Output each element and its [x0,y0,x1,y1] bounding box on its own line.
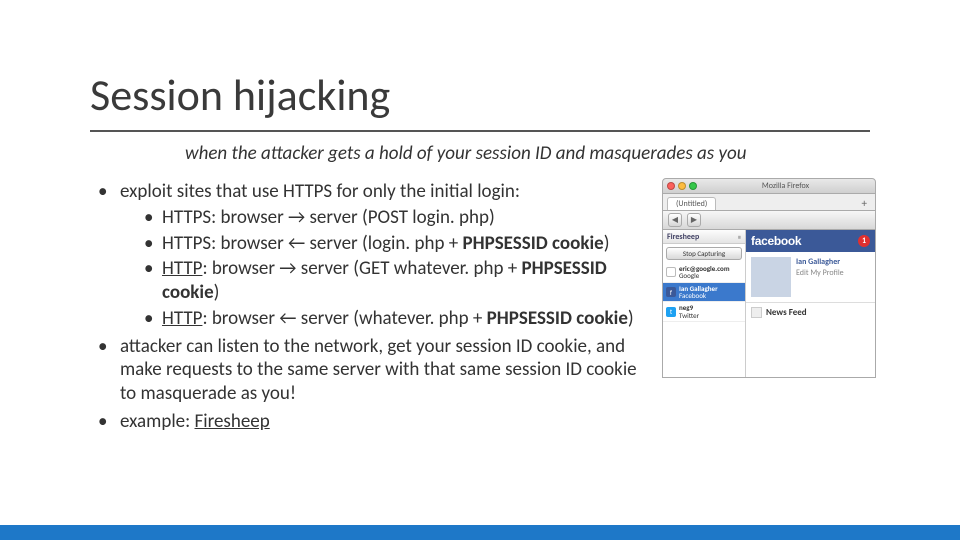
bullet-1a: HTTPS: browser → server (POST login. php… [120,206,650,230]
captured-user-1: G eric@google.com Google [663,263,745,283]
twitter-icon: t [666,307,676,317]
browser-tab: (Untitled) [667,197,716,210]
bullet-3-prefix: example: [120,410,195,433]
stop-capturing-button: Stop Capturing [666,247,742,260]
bullet-2: attacker can listen to the network, get … [90,335,650,406]
bullet-1d-p4: ) [628,307,634,330]
bullet-1b: HTTPS: browser ← server (login. php + PH… [120,232,650,256]
title-rule [90,130,870,132]
bullet-1c-p4: ) [214,281,220,304]
bullet-1d: HTTP: browser ← server (whatever. php + … [120,307,650,331]
minimize-icon [678,182,686,190]
slide-subtitle: when the attacker gets a hold of your se… [185,142,746,165]
user1-service: Google [679,272,730,279]
user3-service: Twitter [679,312,699,319]
bullet-1c-u: HTTP [162,257,202,280]
slide-title: Session hijacking [90,68,390,122]
bullet-1c-p2: : browser → server (GET whatever. php + [202,257,521,280]
bullet-1d-bold: PHPSESSID cookie [487,307,628,330]
bullet-1d-p2: : browser ← server (whatever. php + [202,307,486,330]
facebook-panel: facebook 1 Ian Gallagher Edit My Profile… [746,230,875,377]
avatar [751,257,791,297]
facebook-logo: facebook [751,234,801,248]
forward-button: ▶ [687,213,701,227]
profile-block: Ian Gallagher Edit My Profile [746,252,875,302]
edit-profile-link: Edit My Profile [796,268,844,278]
sidebar-title: Firesheep [667,232,699,242]
captured-user-2: f Ian Gallagher Facebook [663,283,745,303]
bullet-3: example: Firesheep [90,410,650,434]
bullet-1b-p1: HTTPS: browser ← server (login. php + [162,232,462,255]
tab-bar: (Untitled) + [662,194,876,210]
user2-service: Facebook [679,292,718,299]
close-icon [667,182,675,190]
slide-bottom-bar [0,525,960,540]
bullet-1d-u: HTTP [162,307,202,330]
news-feed-row: News Feed [746,302,875,322]
profile-name: Ian Gallagher [796,257,844,267]
bullet-1: exploit sites that use HTTPS for only th… [90,180,650,331]
window-titlebar: Mozilla Firefox [662,178,876,194]
facebook-topbar: facebook 1 [746,230,875,252]
zoom-icon [689,182,697,190]
bullet-1c: HTTP: browser → server (GET whatever. ph… [120,257,650,305]
notification-badge: 1 [858,235,870,247]
firesheep-screenshot: Mozilla Firefox (Untitled) + ◀ ▶ Fireshe… [662,178,876,378]
nav-toolbar: ◀ ▶ [662,210,876,230]
news-feed-icon [751,307,762,318]
bullet-content: exploit sites that use HTTPS for only th… [90,180,650,438]
sidebar-header: Firesheep ≡ [663,230,745,244]
facebook-icon: f [666,287,676,297]
new-tab-icon: + [858,197,871,210]
firesheep-link[interactable]: Firesheep [195,410,270,433]
bullet-1-text: exploit sites that use HTTPS for only th… [120,180,520,203]
firesheep-sidebar: Firesheep ≡ Stop Capturing G eric@google… [663,230,746,377]
sidebar-menu-icon: ≡ [738,233,741,241]
window-title-text: Mozilla Firefox [762,181,809,191]
bullet-1b-bold: PHPSESSID cookie [462,232,603,255]
news-feed-label: News Feed [766,307,807,318]
bullet-1b-p3: ) [604,232,610,255]
google-icon: G [666,267,676,277]
back-button: ◀ [668,213,682,227]
captured-user-3: t neg9 Twitter [663,302,745,322]
